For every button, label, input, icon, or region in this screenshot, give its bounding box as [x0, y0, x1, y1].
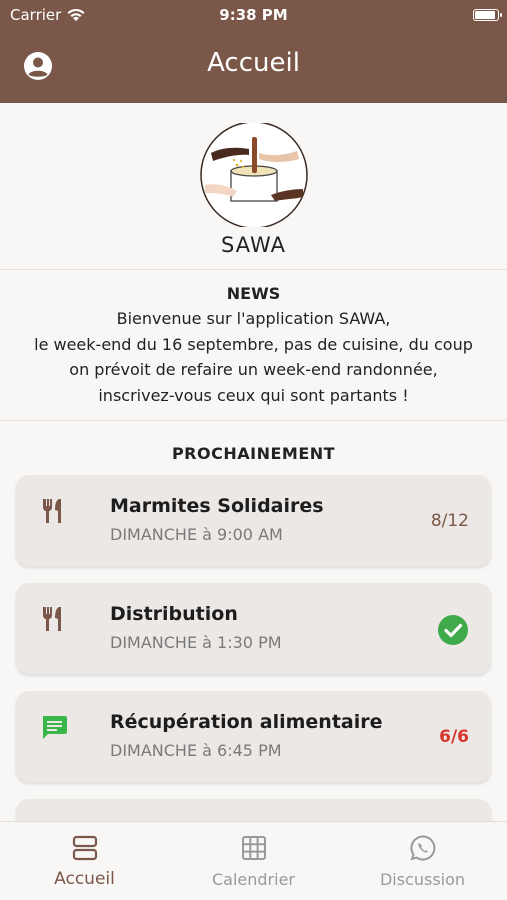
news-title: NEWS: [226, 284, 281, 303]
tab-calendrier[interactable]: Calendrier: [169, 822, 338, 900]
tab-label: Calendrier: [211, 870, 295, 889]
news-line: le week-end du 16 septembre, pas de cuis…: [34, 334, 473, 354]
event-card[interactable]: Marmites Solidaires DIMANCHE à 9:00 AM 8…: [16, 475, 491, 566]
tab-bar: Accueil Calendrier Discussion: [0, 821, 507, 900]
event-date: DIMANCHE à 6:45 PM: [110, 741, 282, 760]
utensils-icon: [43, 607, 61, 631]
news-line: Bienvenue sur l'application SAWA,: [116, 309, 391, 328]
clock: 9:38 PM: [219, 6, 288, 24]
sawa-logo-icon: [200, 123, 308, 227]
event-name: Récupération alimentaire: [110, 711, 383, 733]
event-name: Distribution: [110, 603, 238, 625]
status-bar: Carrier 9:38 PM: [0, 6, 507, 26]
check-circle-icon: [438, 615, 468, 645]
tab-discussion[interactable]: Discussion: [338, 822, 507, 900]
event-attendance: 6/6: [439, 727, 469, 747]
event-card[interactable]: Distribution DIMANCHE à 1:30 PM: [16, 583, 491, 674]
news-section: NEWS Bienvenue sur l'application SAWA, l…: [0, 284, 507, 408]
utensils-icon: [43, 499, 61, 523]
event-date: DIMANCHE à 1:30 PM: [110, 633, 282, 652]
page-title: Accueil: [207, 48, 300, 78]
home-icon: [72, 835, 97, 861]
whatsapp-icon: [409, 835, 435, 861]
event-date: DIMANCHE à 9:00 AM: [110, 525, 283, 544]
divider: [0, 420, 507, 421]
logo-area: SAWA: [0, 103, 507, 270]
battery-icon: [473, 9, 502, 21]
news-line: inscrivez-vous ceux qui sont partants !: [98, 385, 409, 405]
event-card[interactable]: Récupération alimentaire DIMANCHE à 6:45…: [16, 691, 491, 782]
logo-text: SAWA: [221, 233, 286, 257]
chat-icon: [43, 716, 67, 739]
upcoming-title: PROCHAINEMENT: [171, 444, 336, 463]
tab-label: Accueil: [54, 869, 115, 889]
event-name: Marmites Solidaires: [110, 495, 324, 517]
tab-label: Discussion: [379, 870, 466, 889]
header: Carrier 9:38 PM Accueil: [0, 0, 507, 103]
event-attendance: 8/12: [430, 511, 469, 531]
news-line: on prévoit de refaire un week-end randon…: [69, 360, 438, 379]
tab-accueil[interactable]: Accueil: [0, 822, 169, 900]
calendar-icon: [241, 836, 266, 860]
